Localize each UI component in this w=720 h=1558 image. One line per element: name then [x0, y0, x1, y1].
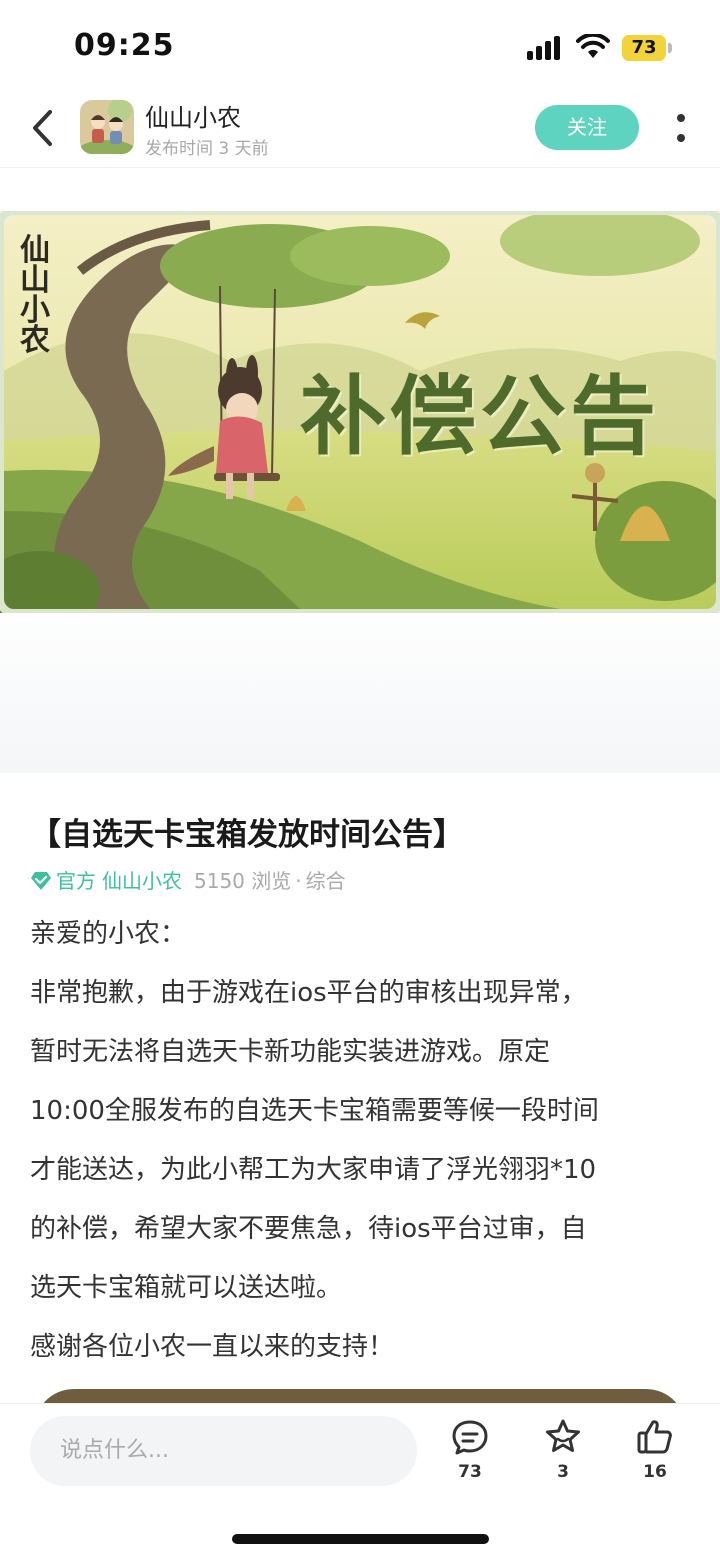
- comment-input[interactable]: 说点什么...: [30, 1416, 417, 1486]
- like-count: 16: [643, 1462, 667, 1482]
- body-line: 亲爱的小农：: [30, 919, 187, 949]
- meta-author-link[interactable]: 仙山小农: [102, 869, 182, 893]
- back-button[interactable]: [22, 100, 66, 156]
- article-meta: 官方 仙山小农 5150 浏览 · 综合: [30, 865, 346, 893]
- back-icon: [33, 110, 52, 146]
- official-label: 官方: [56, 869, 96, 893]
- banner-image[interactable]: 仙山小农 补偿公告: [0, 211, 720, 613]
- body-line: 感谢各位小农一直以来的支持！: [30, 1332, 395, 1362]
- bottom-action-bar: 说点什么... 73 3 16: [0, 1403, 720, 1558]
- more-icon: [677, 114, 685, 122]
- author-name[interactable]: 仙山小农: [145, 98, 241, 133]
- status-time: 09:25: [74, 28, 175, 63]
- comment-count: 73: [458, 1462, 482, 1482]
- post-time: 发布时间 3 天前: [145, 139, 269, 159]
- banner-title: 补偿公告: [300, 366, 660, 467]
- follow-button[interactable]: 关注: [535, 105, 639, 150]
- body-line: 暂时无法将自选天卡新功能实装进游戏。原定: [30, 1037, 551, 1067]
- view-count: 5150 浏览: [194, 869, 292, 893]
- like-button[interactable]: 16: [625, 1418, 685, 1482]
- banner-logo: 仙山小农: [20, 233, 50, 358]
- article-title: 【自选天卡宝箱发放时间公告】: [30, 817, 464, 853]
- home-indicator[interactable]: [232, 1534, 489, 1544]
- body-line: 10:00全服发布的自选天卡宝箱需要等候一段时间: [30, 1096, 599, 1126]
- banner-area: 仙山小农 补偿公告: [0, 168, 720, 773]
- thumbs-up-icon: [637, 1420, 672, 1454]
- body-line: 才能送达，为此小帮工为大家申请了浮光翎羽*10: [30, 1155, 597, 1185]
- body-line: 的补偿，希望大家不要焦急，待ios平台过审，自: [30, 1214, 587, 1244]
- article-body: 亲爱的小农： 非常抱歉，由于游戏在ios平台的审核出现异常， 暂时无法将自选天卡…: [30, 905, 692, 1377]
- meta-separator: ·: [295, 869, 302, 893]
- comment-button[interactable]: 73: [440, 1418, 500, 1482]
- star-icon: [546, 1419, 580, 1452]
- author-avatar[interactable]: [80, 100, 134, 154]
- cellular-signal-icon: [527, 36, 563, 60]
- category-label[interactable]: 综合: [306, 869, 346, 893]
- status-bar: 09:25 73: [0, 0, 720, 90]
- battery-icon: 73: [622, 35, 672, 61]
- battery-level: 73: [622, 35, 666, 61]
- comment-icon: [452, 1420, 488, 1455]
- favorite-count: 3: [557, 1462, 569, 1482]
- body-line: 非常抱歉，由于游戏在ios平台的审核出现异常，: [30, 978, 587, 1008]
- more-button[interactable]: [668, 108, 694, 148]
- wifi-icon: [576, 32, 610, 60]
- favorite-button[interactable]: 3: [533, 1418, 593, 1482]
- body-line: 选天卡宝箱就可以送达啦。: [30, 1273, 343, 1303]
- post-header: 仙山小农 发布时间 3 天前 关注: [0, 90, 720, 168]
- official-verified-icon: [31, 872, 51, 890]
